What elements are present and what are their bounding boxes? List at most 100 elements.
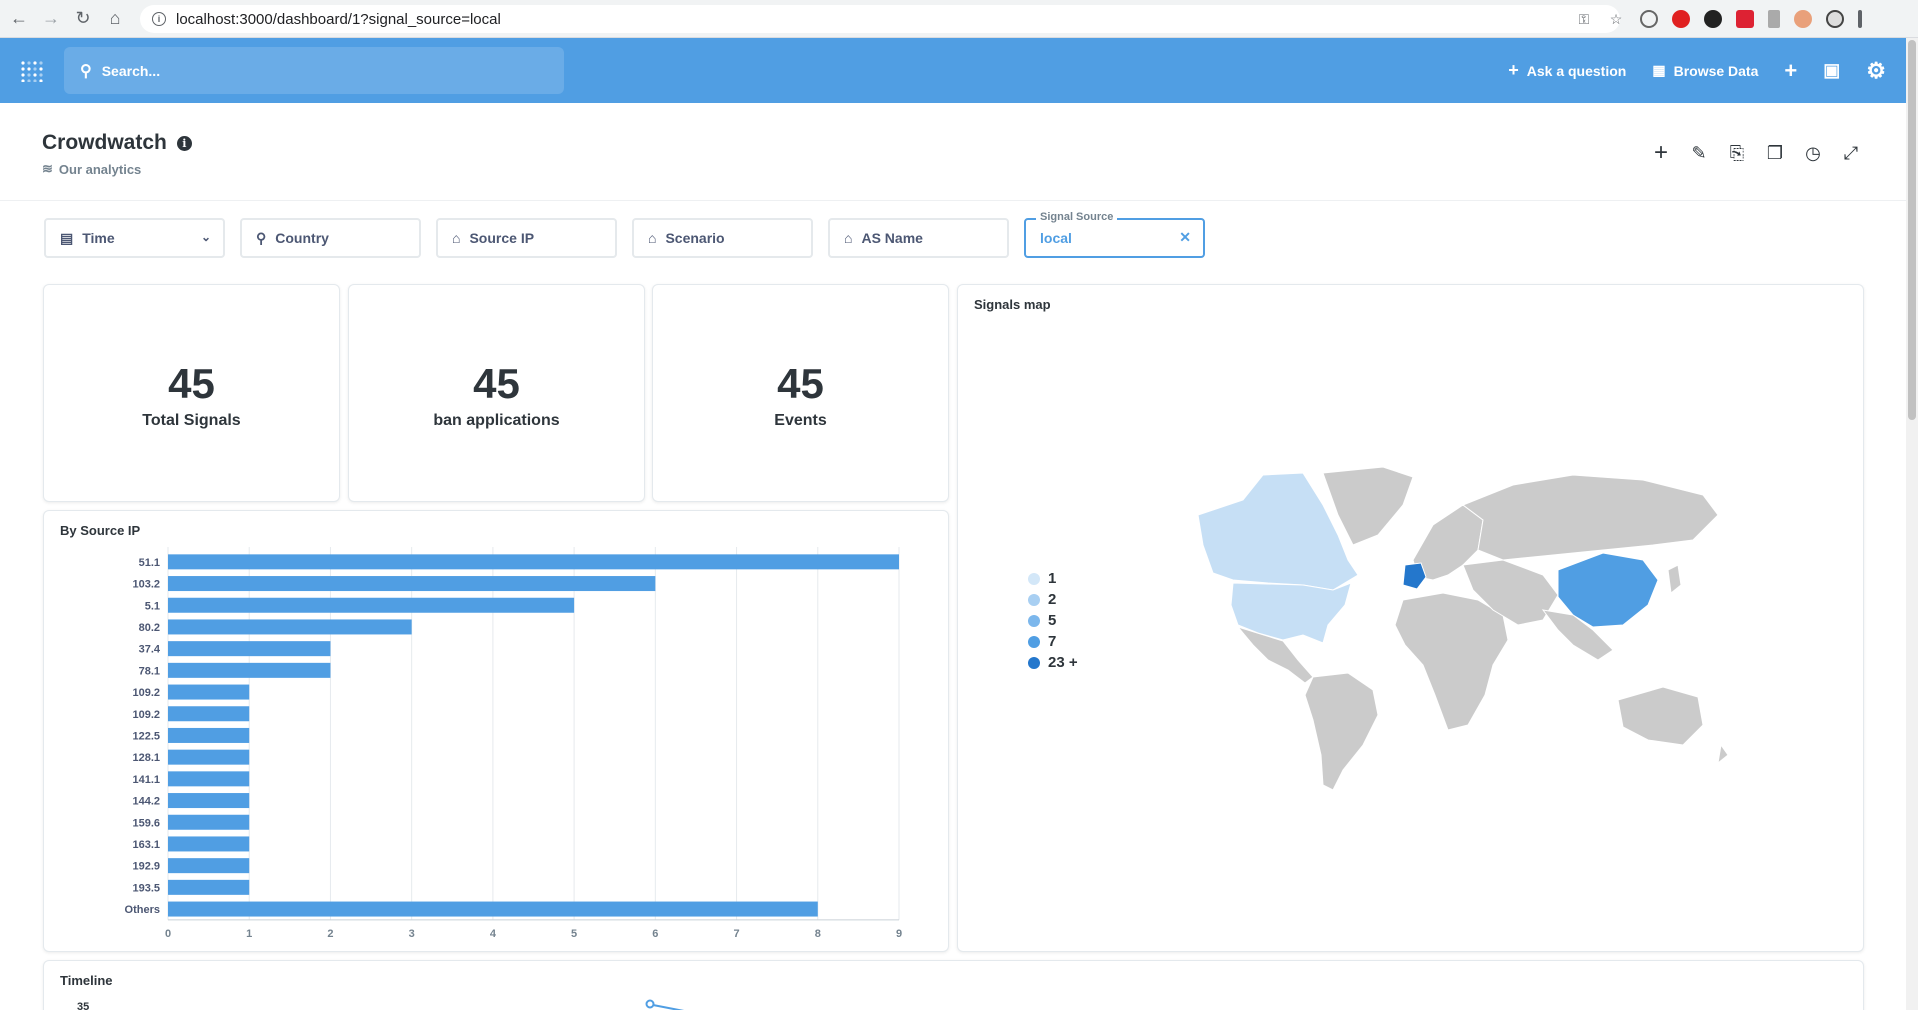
- duplicate-icon[interactable]: ❐: [1765, 143, 1785, 163]
- card-by-source-ip[interactable]: By Source IP 0 1 2 3 4 5 6 7 8 9 51.1 103.2 5.1 80.2 3…: [43, 510, 949, 952]
- bar-chart[interactable]: 0 1 2 3 4 5 6 7 8 9 51.1 103.2 5.1 80.2 37.4 78.1 109.2 1…: [44, 511, 950, 953]
- bar[interactable]: [168, 662, 331, 678]
- y-tick-label: Others: [125, 904, 160, 916]
- legend-item: 7: [1028, 633, 1078, 650]
- bar[interactable]: [168, 793, 250, 809]
- bar[interactable]: [168, 814, 250, 830]
- info-icon[interactable]: i: [176, 135, 192, 151]
- legend-label: 5: [1048, 612, 1057, 629]
- grid-icon: ▦: [1652, 62, 1666, 78]
- card-timeline[interactable]: Timeline 35: [43, 960, 1864, 1010]
- tag-icon: ⌂: [844, 230, 853, 246]
- bar[interactable]: [168, 641, 331, 657]
- ask-question-label: Ask a question: [1526, 62, 1627, 79]
- collection-icon: ≋: [42, 161, 53, 176]
- sparkle-icon: +: [1508, 60, 1519, 80]
- clear-filter-icon[interactable]: ✕: [1179, 229, 1191, 246]
- bar[interactable]: [168, 597, 575, 613]
- y-tick-label: 193.5: [132, 882, 160, 894]
- bar[interactable]: [168, 684, 250, 700]
- back-icon[interactable]: ←: [6, 6, 32, 32]
- extension-icon[interactable]: [1794, 10, 1812, 28]
- ask-question-button[interactable]: + Ask a question: [1508, 60, 1626, 81]
- bar[interactable]: [168, 619, 412, 635]
- timeline-point: [645, 999, 655, 1009]
- card-events[interactable]: 45 Events: [652, 284, 949, 502]
- card-signals-map[interactable]: Signals map 1 2 5 7 23 +: [957, 284, 1864, 952]
- filter-label: Scenario: [665, 230, 725, 246]
- bar[interactable]: [168, 858, 250, 874]
- legend-swatch: [1028, 593, 1040, 606]
- card-title: Timeline: [60, 973, 113, 988]
- fullscreen-icon[interactable]: ⤢: [1841, 143, 1861, 163]
- scalar-value: 45: [168, 360, 215, 407]
- filter-scenario[interactable]: ⌂ Scenario: [632, 218, 813, 258]
- forward-icon[interactable]: →: [38, 6, 64, 32]
- extension-icon[interactable]: [1704, 10, 1722, 28]
- bar[interactable]: [168, 901, 818, 917]
- star-icon[interactable]: ☆: [1607, 10, 1625, 28]
- scrollbar-thumb[interactable]: [1908, 40, 1916, 420]
- settings-gear-icon[interactable]: ⚙: [1866, 58, 1886, 84]
- bar[interactable]: [168, 554, 899, 570]
- filter-time[interactable]: ▤ Time ⌄: [44, 218, 225, 258]
- filter-as-name[interactable]: ⌂ AS Name: [828, 218, 1009, 258]
- legend-label: 1: [1048, 570, 1057, 587]
- y-tick-label: 144.2: [132, 796, 160, 808]
- scalar-label: Events: [774, 412, 827, 429]
- map-region-russia: [1461, 474, 1719, 561]
- scalar-label: Total Signals: [142, 412, 241, 429]
- y-tick-label: 78.1: [139, 665, 160, 677]
- browse-data-button[interactable]: ▦ Browse Data: [1652, 62, 1758, 79]
- y-tick-label: 5.1: [145, 600, 160, 612]
- activity-icon[interactable]: ▣: [1823, 60, 1840, 81]
- bar[interactable]: [168, 727, 250, 743]
- legend-item: 23 +: [1028, 654, 1078, 671]
- profile-icon[interactable]: [1826, 10, 1844, 28]
- y-tick-label: 159.6: [132, 817, 160, 829]
- bar[interactable]: [168, 879, 250, 895]
- bar[interactable]: [168, 749, 250, 765]
- filter-extension-icon[interactable]: [1768, 10, 1780, 28]
- map-region-new-zealand: [1717, 743, 1729, 765]
- filter-country[interactable]: ⚲ Country: [240, 218, 421, 258]
- y-tick-label: 192.9: [132, 861, 160, 873]
- map-legend: 1 2 5 7 23 +: [1028, 570, 1078, 671]
- tag-icon: ⌂: [648, 230, 657, 246]
- new-item-icon[interactable]: +: [1784, 58, 1797, 84]
- card-total-signals[interactable]: 45 Total Signals: [43, 284, 340, 502]
- address-bar[interactable]: i localhost:3000/dashboard/1?signal_sour…: [140, 5, 1620, 33]
- reload-icon[interactable]: ↻: [70, 6, 96, 32]
- bar[interactable]: [168, 576, 656, 592]
- extension-icon[interactable]: [1640, 10, 1658, 28]
- key-icon[interactable]: ⚿: [1575, 10, 1593, 28]
- search-input[interactable]: ⚲ Search...: [64, 47, 564, 94]
- edit-pencil-icon[interactable]: ✎: [1689, 143, 1709, 163]
- filter-source-ip[interactable]: ⌂ Source IP: [436, 218, 617, 258]
- home-icon[interactable]: ⌂: [102, 6, 128, 32]
- bar[interactable]: [168, 706, 250, 722]
- bar[interactable]: [168, 836, 250, 852]
- menu-icon[interactable]: [1858, 10, 1862, 28]
- add-card-icon[interactable]: +: [1651, 139, 1671, 166]
- metabase-logo-icon[interactable]: [20, 60, 44, 82]
- opera-extension-icon[interactable]: [1672, 10, 1690, 28]
- legend-label: 7: [1048, 633, 1057, 650]
- map-region-africa: [1394, 592, 1509, 731]
- history-clock-icon[interactable]: ◷: [1803, 143, 1823, 163]
- legend-swatch: [1028, 572, 1040, 585]
- y-tick-label: 51.1: [139, 557, 160, 569]
- extension-icon[interactable]: [1736, 10, 1754, 28]
- share-icon[interactable]: ⎘: [1727, 143, 1747, 163]
- site-info-icon[interactable]: i: [152, 12, 166, 26]
- legend-item: 2: [1028, 591, 1078, 608]
- y-tick-label: 80.2: [139, 622, 160, 634]
- legend-label: 2: [1048, 591, 1057, 608]
- world-map[interactable]: [1173, 465, 1733, 795]
- filter-signal-source[interactable]: Signal Source local ✕: [1024, 211, 1205, 258]
- collection-link[interactable]: ≋ Our analytics: [42, 161, 141, 177]
- bar[interactable]: [168, 771, 250, 787]
- map-region-australia: [1617, 686, 1704, 746]
- filter-value: local: [1040, 230, 1072, 246]
- card-ban-applications[interactable]: 45 ban applications: [348, 284, 645, 502]
